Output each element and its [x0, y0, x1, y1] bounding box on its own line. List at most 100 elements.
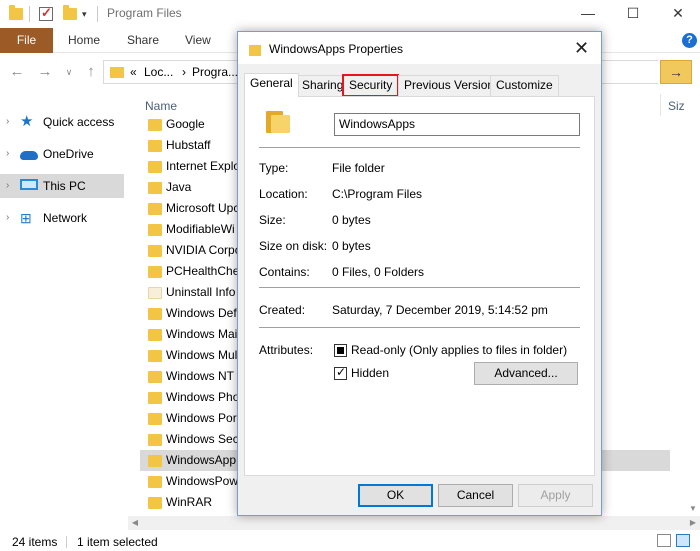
location-value: C:\Program Files [332, 187, 423, 201]
folder-icon [148, 161, 162, 173]
computer-icon [20, 179, 38, 190]
column-divider[interactable] [660, 94, 661, 116]
nav-item-this-pc[interactable]: › This PC [0, 174, 124, 198]
folder-icon [148, 455, 162, 467]
large-icons-view-icon[interactable] [676, 534, 690, 547]
file-name: Microsoft Upc [166, 201, 240, 215]
scroll-left-icon[interactable]: ◀ [128, 516, 142, 530]
folder-icon[interactable] [9, 5, 23, 22]
separator [66, 536, 67, 548]
file-tab[interactable]: File [0, 28, 53, 53]
forward-arrow-icon[interactable]: → [36, 63, 54, 81]
help-icon[interactable]: ? [682, 33, 697, 48]
size-on-disk-value: 0 bytes [332, 239, 371, 253]
file-name: Internet Explo [166, 159, 241, 173]
divider [259, 147, 580, 148]
type-label: Type: [259, 161, 289, 175]
ok-button[interactable]: OK [358, 484, 433, 507]
folder-icon [148, 497, 162, 509]
general-tab-panel: WindowsApps Type: File folder Location: … [244, 96, 595, 476]
folder-icon [148, 434, 162, 446]
folder-icon [148, 350, 162, 362]
file-name: Windows NT [166, 369, 235, 383]
cancel-button[interactable]: Cancel [438, 484, 513, 507]
new-folder-icon[interactable] [63, 5, 77, 22]
address-bar-end[interactable] [598, 60, 658, 84]
readonly-checkbox[interactable] [334, 344, 347, 357]
selection-count: 1 item selected [77, 535, 158, 549]
status-bar: 24 items 1 item selected [0, 530, 700, 551]
size-value: 0 bytes [332, 213, 371, 227]
hidden-label: Hidden [351, 366, 390, 380]
separator [97, 6, 98, 22]
created-label: Created: [259, 303, 306, 317]
folder-icon [249, 45, 261, 56]
nav-item-label: OneDrive [43, 147, 94, 161]
folder-icon [148, 182, 162, 194]
tab-sharing[interactable]: Sharing [296, 75, 350, 96]
contains-value: 0 Files, 0 Folders [332, 265, 425, 279]
address-overflow[interactable]: « [130, 65, 137, 79]
separator [29, 6, 30, 22]
properties-checkmark-icon[interactable] [39, 5, 53, 22]
tab-security[interactable]: Security [341, 74, 400, 97]
nav-item-network[interactable]: › ⊞ Network [0, 206, 124, 230]
minimize-button[interactable]: — [578, 4, 598, 22]
file-name: NVIDIA Corpc [166, 243, 241, 257]
tab-customize[interactable]: Customize [490, 75, 559, 96]
maximize-button[interactable]: ☐ [623, 4, 643, 22]
size-on-disk-label: Size on disk: [259, 239, 328, 253]
back-arrow-icon[interactable]: ← [8, 63, 26, 81]
file-name: WindowsApp [166, 453, 237, 467]
readonly-label: Read-only (Only applies to files in fold… [351, 343, 568, 357]
folder-icon [148, 203, 162, 215]
folder-icon [148, 287, 162, 299]
breadcrumb-local-disk[interactable]: Loc... [144, 65, 173, 79]
folder-icon [148, 308, 162, 320]
column-header-name[interactable]: Name [145, 99, 177, 113]
chevron-right-icon[interactable]: › [6, 174, 9, 198]
folder-icon [148, 371, 162, 383]
folder-icon [148, 329, 162, 341]
size-label: Size: [259, 213, 286, 227]
folder-icon [148, 224, 162, 236]
horizontal-scrollbar[interactable]: ◀ ▶ [128, 516, 700, 530]
hidden-checkbox[interactable] [334, 365, 347, 380]
breadcrumb-program-files[interactable]: Progra... [192, 65, 238, 79]
file-name: Hubstaff [166, 138, 211, 152]
scroll-down-icon[interactable]: ▼ [686, 504, 700, 516]
go-arrow-button[interactable]: → [660, 60, 692, 84]
close-window-button[interactable]: ✕ [668, 4, 688, 22]
folder-icon [110, 67, 124, 78]
advanced-button[interactable]: Advanced... [474, 362, 578, 385]
apply-button[interactable]: Apply [518, 484, 593, 507]
chevron-right-icon[interactable]: › [6, 206, 9, 230]
column-header-size[interactable]: Siz [668, 99, 685, 113]
chevron-right-icon[interactable]: › [6, 142, 9, 166]
up-arrow-icon[interactable]: ↑ [82, 63, 100, 81]
properties-dialog: WindowsApps Properties ✕ General Sharing… [237, 31, 602, 516]
customize-quick-access-icon[interactable]: ▾ [82, 6, 87, 22]
nav-item-quick-access[interactable]: › ★ Quick access [0, 110, 124, 134]
divider [259, 327, 580, 328]
nav-item-label: Quick access [43, 115, 115, 129]
breadcrumb-separator[interactable]: › [182, 65, 186, 79]
tab-general[interactable]: General [244, 73, 299, 97]
close-icon[interactable]: ✕ [574, 39, 589, 57]
title-bar: ▾ Program Files — ☐ ✕ [0, 0, 700, 28]
tab-view[interactable]: View [185, 28, 211, 53]
window-title: Program Files [107, 6, 182, 20]
tab-share[interactable]: Share [127, 28, 159, 53]
chevron-right-icon[interactable]: › [6, 110, 9, 134]
item-count: 24 items [12, 535, 58, 549]
details-view-icon[interactable] [657, 534, 671, 547]
folder-icon [148, 413, 162, 425]
tab-home[interactable]: Home [68, 28, 100, 53]
folder-name-field[interactable]: WindowsApps [334, 113, 580, 136]
network-icon: ⊞ [20, 210, 32, 226]
nav-item-onedrive[interactable]: › OneDrive [0, 142, 124, 166]
divider [259, 287, 580, 288]
address-bar[interactable]: « Loc... › Progra... [103, 60, 241, 84]
recent-locations-chevron-icon[interactable]: ∨ [60, 63, 78, 81]
scroll-right-icon[interactable]: ▶ [686, 516, 700, 530]
